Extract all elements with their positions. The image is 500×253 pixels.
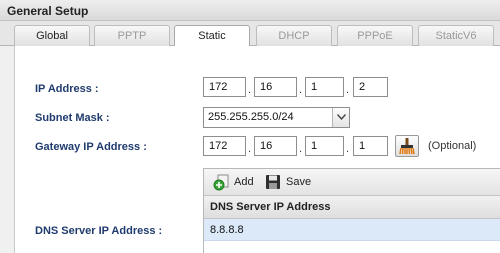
gateway-selector-button[interactable] <box>395 135 419 157</box>
tab-static[interactable]: Static <box>174 25 250 47</box>
dns-server-label: DNS Server IP Address : <box>35 225 163 237</box>
tab-staticv6: StaticV6 <box>418 25 494 46</box>
dns-table-row[interactable]: 8.8.8.8 <box>204 219 500 241</box>
optional-note: (Optional) <box>428 140 477 152</box>
tab-global[interactable]: Global <box>14 25 90 46</box>
tab-bar: Global PPTP Static DHCP PPPoE StaticV6 <box>0 21 500 47</box>
gateway-octet-3-input[interactable]: 1 <box>305 136 344 156</box>
ip-separator: . <box>248 143 252 155</box>
subnet-mask-label: Subnet Mask : <box>35 112 110 124</box>
ip-separator: . <box>346 143 350 155</box>
gateway-octet-1-input[interactable]: 172 <box>203 136 246 156</box>
dns-toolbar: Add Save <box>204 169 500 196</box>
gateway-ip-label: Gateway IP Address : <box>35 141 147 153</box>
tab-pppoe: PPPoE <box>337 25 413 46</box>
dns-server-grid: Add Save DNS Server IP Address 8.8.8.8 <box>203 168 500 253</box>
ip-separator: . <box>299 143 303 155</box>
ip-octet-1-input[interactable]: 172 <box>203 77 246 97</box>
add-circle-icon <box>213 174 230 198</box>
panel-header: General Setup <box>0 0 500 21</box>
ip-separator: . <box>299 84 303 96</box>
chevron-down-icon[interactable] <box>332 108 349 127</box>
floppy-disk-icon <box>265 174 281 197</box>
ip-separator: . <box>248 84 252 96</box>
gateway-octet-2-input[interactable]: 16 <box>254 136 297 156</box>
ip-octet-3-input[interactable]: 1 <box>305 77 344 97</box>
panel-title: General Setup <box>7 4 89 18</box>
dns-column-header: DNS Server IP Address <box>204 196 500 219</box>
subnet-mask-select[interactable]: 255.255.255.0/24 <box>203 107 350 128</box>
save-button[interactable]: Save <box>265 173 320 192</box>
save-button-label: Save <box>286 176 312 188</box>
subnet-mask-value: 255.255.255.0/24 <box>208 111 294 123</box>
ip-octet-4-input[interactable]: 2 <box>353 77 388 97</box>
add-button-label: Add <box>234 176 254 188</box>
ip-separator: . <box>346 84 350 96</box>
tab-dhcp: DHCP <box>256 25 332 46</box>
gateway-octet-4-input[interactable]: 1 <box>353 136 388 156</box>
ip-address-label: IP Address : <box>35 83 99 95</box>
tab-pptp: PPTP <box>94 25 170 46</box>
add-button[interactable]: Add <box>213 173 258 192</box>
ip-octet-2-input[interactable]: 16 <box>254 77 297 97</box>
